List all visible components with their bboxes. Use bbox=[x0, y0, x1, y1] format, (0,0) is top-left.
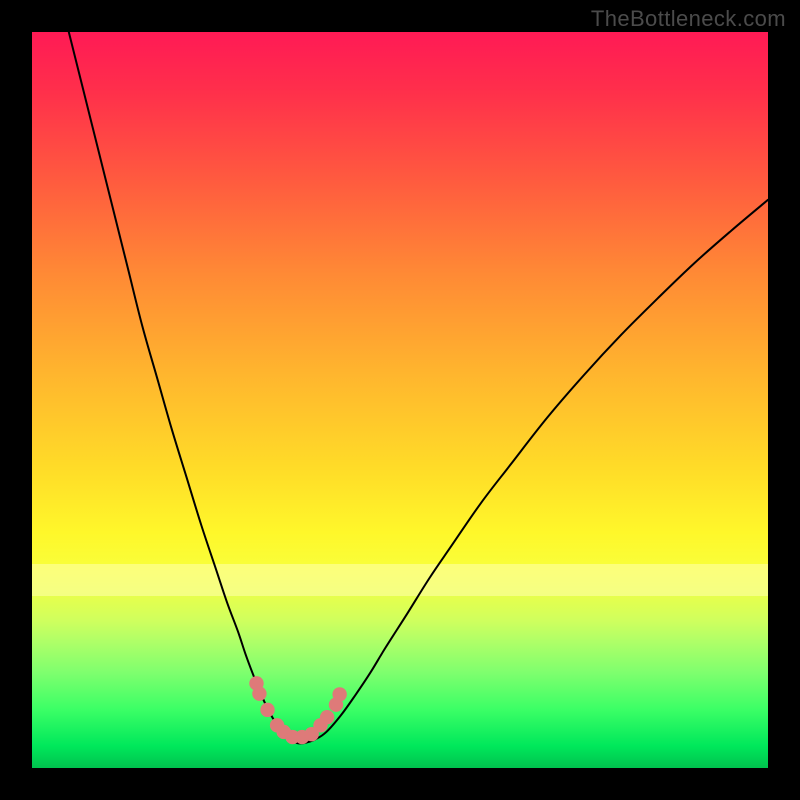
curve-layer bbox=[32, 32, 768, 768]
bottleneck-curve bbox=[69, 32, 768, 743]
bead bbox=[320, 710, 334, 724]
plot-area bbox=[32, 32, 768, 768]
chart-frame: TheBottleneck.com bbox=[0, 0, 800, 800]
watermark-text: TheBottleneck.com bbox=[591, 6, 786, 32]
curve-beads bbox=[249, 676, 347, 744]
bead bbox=[252, 686, 266, 700]
bead bbox=[332, 687, 346, 701]
bead bbox=[260, 703, 274, 717]
